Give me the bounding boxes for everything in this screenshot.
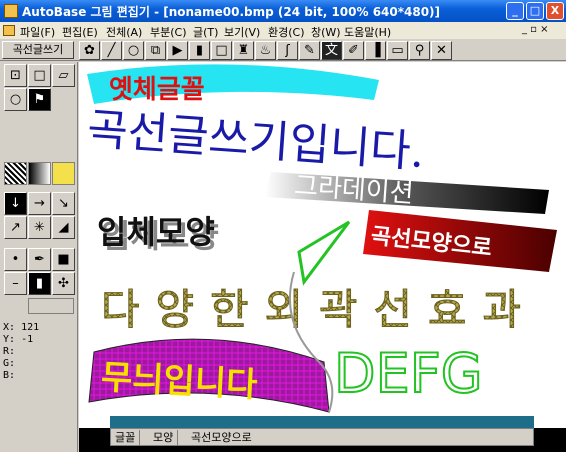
menu-environment[interactable]: 환경(C)	[268, 24, 305, 40]
capsule-tool-icon[interactable]: ▮	[189, 41, 210, 60]
canvas-text-7: 무늬입니다	[100, 357, 258, 405]
pen-nib-icon[interactable]: ✒	[28, 248, 51, 271]
menu-text[interactable]: 글(T)	[193, 24, 218, 40]
menu-window[interactable]: 창(W)	[311, 24, 341, 40]
r-label: R:	[3, 346, 16, 357]
gradient-fill-swatch[interactable]	[28, 162, 51, 185]
cross-tool-icon[interactable]: ✕	[431, 41, 452, 60]
lasso-tool-icon[interactable]: ʃ	[277, 41, 298, 60]
arrow-right-icon[interactable]: →	[28, 192, 51, 215]
mdi-window-controls[interactable]: _ ▫ ×	[522, 24, 549, 35]
left-tool-panel: ⊡ □ ▱ ○ ⚑ ↓ → ↘ ↗ ✳ ◢ • ✒ ■ – ▮ ✣ X: 121…	[0, 62, 78, 452]
image-fill-swatch[interactable]	[52, 162, 75, 185]
g-label: G:	[3, 358, 16, 369]
minimize-button[interactable]: _	[506, 2, 524, 20]
bar-tool-icon[interactable]: ▐	[365, 41, 386, 60]
font-label-button[interactable]: 글꼴	[111, 430, 141, 445]
canvas-text-2: 곡선글쓰기입니다.	[86, 104, 427, 178]
window-title: AutoBase 그림 편집기 - [noname00.bmp (24 bit,…	[22, 5, 441, 19]
dot-small-icon[interactable]: •	[4, 248, 27, 271]
arrow-diagonal-down-icon[interactable]: ↘	[52, 192, 75, 215]
y-label: Y:	[3, 334, 16, 345]
menu-all[interactable]: 전체(A)	[106, 24, 142, 40]
document-icon	[3, 25, 15, 36]
zoom-tool-icon[interactable]: ⚲	[409, 41, 430, 60]
x-value: 121	[21, 322, 40, 333]
forward-tool-icon[interactable]: ▶	[167, 41, 188, 60]
copy-tool-icon[interactable]: ⧉	[145, 41, 166, 60]
menu-file[interactable]: 파일(F)	[20, 24, 55, 40]
canvas-text-8: DEFG	[334, 342, 483, 405]
paint-bucket-icon[interactable]: ♨	[255, 41, 276, 60]
maximize-button[interactable]: □	[526, 2, 544, 20]
ellipse-shape-icon[interactable]: ○	[4, 88, 27, 111]
square-tool-icon[interactable]: □	[211, 41, 232, 60]
dash-icon[interactable]: –	[4, 272, 27, 295]
toolbar: 곡선글쓰기 ✿ ╱ ○ ⧉ ▶ ▮ □ ♜ ♨ ʃ ✎ 文 ✐ ▐ ▭ ⚲ ✕	[0, 39, 566, 61]
mode-label[interactable]: 곡선글쓰기	[2, 41, 74, 59]
arrow-down-icon[interactable]: ↓	[4, 192, 27, 215]
spray-tool-icon[interactable]: ♜	[233, 41, 254, 60]
line-tool-icon[interactable]: ╱	[101, 41, 122, 60]
b-label: B:	[3, 370, 16, 381]
flag-shape-icon[interactable]: ⚑	[28, 88, 51, 111]
drawing-canvas[interactable]: 옛체글꼴 곡선글쓰기입니다. 그라데이션 입체모양 입체모양 곡선모양으로 다양…	[79, 62, 566, 428]
thick-line-icon[interactable]: ▮	[28, 272, 51, 295]
canvas-text-4: 입체모양	[97, 213, 215, 251]
canvas-text-3: 그라데이션	[293, 171, 414, 209]
burst-icon[interactable]: ✳	[28, 216, 51, 239]
menu-help[interactable]: 도움말(H)	[344, 24, 391, 40]
curved-text-tool-icon[interactable]: 文	[321, 41, 342, 60]
wedge-icon[interactable]: ◢	[52, 216, 75, 239]
shape-value: 곡선모양으로	[191, 431, 252, 444]
line-width-box[interactable]	[28, 298, 74, 314]
canvas-text-1: 옛체글꼴	[109, 75, 205, 105]
menu-edit[interactable]: 편집(E)	[62, 24, 98, 40]
coordinate-readout: X: 121 Y: -1 R: G: B:	[3, 322, 39, 382]
square-dot-icon[interactable]: ■	[52, 248, 75, 271]
canvas-text-6: 다양한외곽선효과	[101, 285, 521, 334]
pattern-fill-swatch[interactable]	[4, 162, 27, 185]
move-icon[interactable]: ✣	[52, 272, 75, 295]
parallelogram-shape-icon[interactable]: ▱	[52, 64, 75, 87]
arrow-diagonal-up-icon[interactable]: ↗	[4, 216, 27, 239]
y-value: -1	[21, 334, 34, 345]
stamp-tool-icon[interactable]: ✿	[79, 41, 100, 60]
menu-part[interactable]: 부분(C)	[150, 24, 187, 40]
menu-bar: 파일(F) 편집(E) 전체(A) 부분(C) 글(T) 보기(V) 환경(C)…	[0, 22, 566, 39]
brush-tool-icon[interactable]: ✐	[343, 41, 364, 60]
circle-tool-icon[interactable]: ○	[123, 41, 144, 60]
title-bar: AutoBase 그림 편집기 - [noname00.bmp (24 bit,…	[0, 0, 566, 22]
font-toolbar: 글꼴 모양 곡선모양으로	[110, 428, 534, 446]
rect-shape-icon[interactable]: □	[28, 64, 51, 87]
menu-view[interactable]: 보기(V)	[224, 24, 260, 40]
rect-select-icon[interactable]: ▭	[387, 41, 408, 60]
green-triangle-outline	[297, 220, 351, 286]
x-label: X:	[3, 322, 16, 333]
shape-label-button[interactable]: 모양	[149, 430, 179, 445]
frame-shape-icon[interactable]: ⊡	[4, 64, 27, 87]
eyedropper-icon[interactable]: ✎	[299, 41, 320, 60]
close-button[interactable]: X	[546, 2, 564, 20]
app-icon	[4, 4, 18, 18]
